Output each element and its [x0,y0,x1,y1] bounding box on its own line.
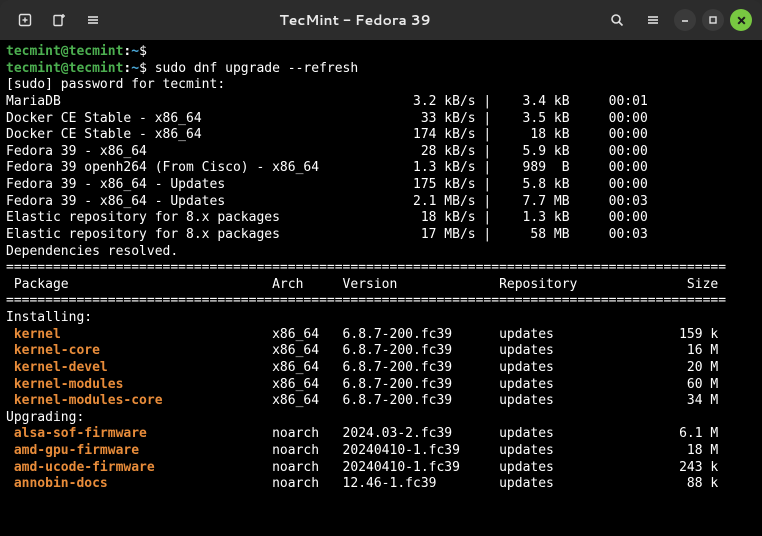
window-title: TecMint - Fedora 39 [108,10,602,30]
maximize-button[interactable] [702,9,724,31]
minimize-button[interactable] [674,9,696,31]
new-window-button[interactable] [44,5,74,35]
search-button[interactable] [602,5,632,35]
menu-button[interactable] [78,5,108,35]
app-menu-button[interactable] [638,5,668,35]
new-tab-button[interactable] [10,5,40,35]
terminal-output[interactable]: tecmint@tecmint:~$ tecmint@tecmint:~$ su… [0,40,762,536]
title-bar: TecMint - Fedora 39 [0,0,762,40]
close-button[interactable] [730,9,752,31]
